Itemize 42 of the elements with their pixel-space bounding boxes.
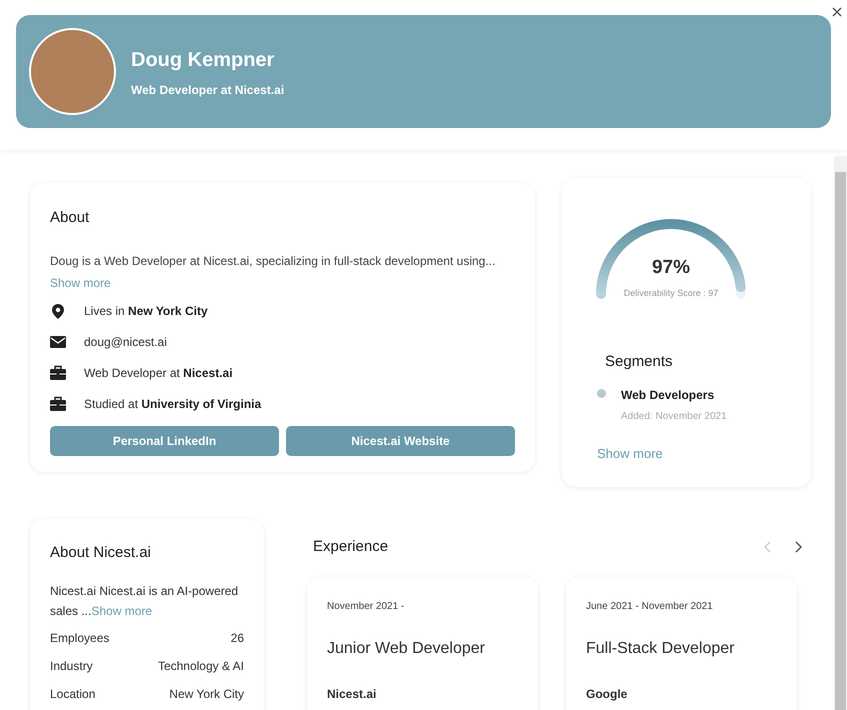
segment-name: Web Developers bbox=[621, 386, 716, 404]
profile-name: Doug Kempner bbox=[131, 48, 276, 72]
segment-date: Added: November 2021 bbox=[621, 410, 727, 424]
show-more-link[interactable]: Show more bbox=[91, 604, 152, 618]
experience-dates: June 2021 - November 2021 bbox=[586, 600, 714, 614]
detail-text: Studied at University of Virginia bbox=[84, 396, 262, 412]
profile-headline: Web Developer at Nicest.ai bbox=[131, 82, 284, 98]
chevron-left-icon bbox=[764, 541, 772, 554]
show-more-link[interactable]: Show more bbox=[597, 444, 663, 463]
experience-company: Nicest.ai bbox=[327, 686, 378, 702]
fact-value: Technology & AI bbox=[158, 658, 244, 674]
card-title: Segments bbox=[605, 352, 674, 372]
briefcase-icon bbox=[50, 364, 66, 380]
link-button[interactable]: Nicest.ai Website bbox=[286, 426, 515, 456]
chevron-right-icon bbox=[794, 541, 802, 554]
section-title: Experience bbox=[313, 537, 388, 557]
card-title: About Nicest.ai bbox=[50, 543, 152, 563]
link-button[interactable]: Personal LinkedIn bbox=[50, 426, 279, 456]
experience-role: Full-Stack Developer bbox=[586, 638, 736, 658]
score-value: 97% bbox=[652, 256, 690, 280]
next-button[interactable] bbox=[794, 541, 802, 554]
scrollbar[interactable] bbox=[834, 156, 847, 710]
fact-value: 26 bbox=[230, 630, 244, 646]
fact-label: Industry bbox=[50, 658, 93, 674]
briefcase-icon bbox=[50, 396, 66, 412]
experience-dates: November 2021 - bbox=[327, 600, 406, 614]
card-title: About bbox=[50, 208, 90, 228]
company-summary: Nicest.ai Nicest.ai is an AI-powered sales ...Show more bbox=[50, 582, 240, 620]
experience-role: Junior Web Developer bbox=[327, 638, 486, 658]
close-icon bbox=[832, 7, 842, 17]
show-more-link[interactable]: Show more bbox=[50, 274, 111, 292]
experience-company: Google bbox=[586, 686, 628, 702]
score-caption: Deliverability Score : 97 bbox=[624, 286, 718, 300]
detail-text: Web Developer at Nicest.ai bbox=[84, 364, 233, 382]
location-pin-icon bbox=[50, 302, 66, 318]
fact-label: Employees bbox=[50, 630, 110, 646]
detail-text: doug@nicest.ai bbox=[84, 334, 167, 350]
envelope-icon bbox=[50, 334, 66, 350]
fact-value: New York City bbox=[169, 686, 244, 702]
about-summary: Doug is a Web Developer at Nicest.ai, specializing in full-stack development using... bbox=[50, 252, 496, 270]
detail-text: Lives in New York City bbox=[84, 302, 208, 320]
fact-label: Location bbox=[50, 686, 96, 702]
